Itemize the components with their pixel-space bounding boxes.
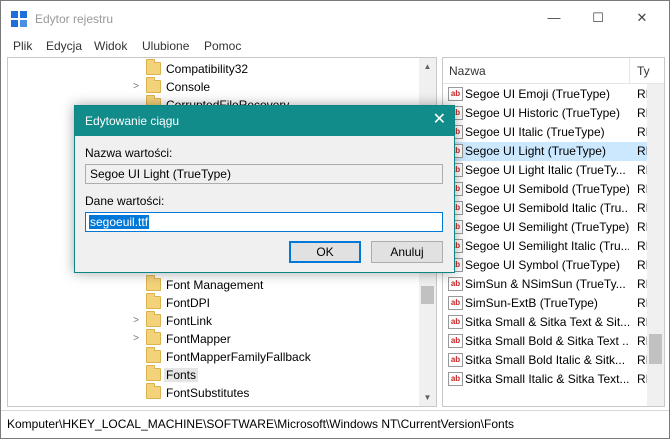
list-item[interactable]: ab SimSun-ExtB (TrueType) RI: [443, 294, 664, 313]
menu-view[interactable]: Widok: [94, 39, 127, 53]
folder-icon: [146, 347, 161, 363]
list-item[interactable]: ab Sitka Small & Sitka Text & Sit... RI: [443, 313, 664, 332]
tree-item[interactable]: FontDPI: [8, 293, 418, 312]
chevron-right-icon[interactable]: >: [130, 315, 142, 327]
list-item[interactable]: ab Segoe UI Semibold Italic (Tru... RI: [443, 199, 664, 218]
tree-item[interactable]: > FontMapper: [8, 329, 418, 348]
list-item[interactable]: ab Segoe UI Semilight Italic (Tru... RI: [443, 237, 664, 256]
list-item[interactable]: ab Sitka Small Bold & Sitka Text ... RI: [443, 332, 664, 351]
value-name: Segoe UI Light (TrueType): [465, 144, 606, 158]
list-item[interactable]: ab Segoe UI Semilight (TrueType) RI: [443, 218, 664, 237]
cancel-button[interactable]: Anuluj: [371, 241, 443, 263]
menu-edit[interactable]: Edycja: [46, 39, 82, 53]
tree-item[interactable]: > FontLink: [8, 311, 418, 330]
value-name: Segoe UI Semibold Italic (Tru...: [465, 201, 629, 215]
list-item[interactable]: ab Sitka Small Bold Italic & Sitk... RI: [443, 351, 664, 370]
list-header: Nazwa Ty: [443, 58, 664, 84]
string-value-icon: ab: [448, 277, 463, 291]
value-data-input[interactable]: segoeuil.ttf: [85, 212, 443, 232]
menu-help[interactable]: Pomoc: [204, 39, 241, 53]
string-value-icon: ab: [448, 87, 463, 101]
value-name-label: Nazwa wartości:: [85, 146, 173, 160]
menu-favorites[interactable]: Ulubione: [142, 39, 189, 53]
tree-item[interactable]: > Console: [8, 77, 418, 96]
value-name: Segoe UI Historic (TrueType): [465, 106, 620, 120]
string-value-icon: ab: [448, 296, 463, 310]
value-name: Sitka Small Bold & Sitka Text ...: [465, 334, 629, 348]
value-name: Segoe UI Symbol (TrueType): [465, 258, 620, 272]
list-item[interactable]: ab SimSun & NSimSun (TrueTy... RI: [443, 275, 664, 294]
list-item[interactable]: ab Segoe UI Historic (TrueType) RI: [443, 104, 664, 123]
string-value-icon: ab: [448, 315, 463, 329]
string-value-icon: ab: [448, 353, 463, 367]
registry-editor-window: Edytor rejestru — ☐ ✕ Plik Edycja Widok …: [0, 0, 670, 439]
menu-bar: Plik Edycja Widok Ulubione Pomoc: [1, 35, 669, 57]
list-item[interactable]: ab Segoe UI Emoji (TrueType) RI: [443, 85, 664, 104]
scrollbar-thumb[interactable]: [421, 286, 434, 304]
tree-item[interactable]: FontMapperFamilyFallback: [8, 347, 418, 366]
value-name: SimSun & NSimSun (TrueTy...: [465, 277, 626, 291]
chevron-right-icon[interactable]: >: [130, 81, 142, 93]
minimize-button[interactable]: —: [531, 1, 577, 35]
dialog-title: Edytowanie ciągu: [85, 114, 180, 128]
value-name: Segoe UI Light Italic (TrueTy...: [465, 163, 626, 177]
list-item[interactable]: ab Segoe UI Italic (TrueType) RI: [443, 123, 664, 142]
value-data-label: Dane wartości:: [85, 194, 165, 208]
list-scrollbar[interactable]: [647, 84, 664, 406]
value-name: Segoe UI Semilight Italic (Tru...: [465, 239, 629, 253]
chevron-right-icon[interactable]: >: [130, 333, 142, 345]
string-value-icon: ab: [448, 334, 463, 348]
edit-string-dialog: Edytowanie ciągu ✕ Nazwa wartości: Segoe…: [74, 105, 455, 273]
status-bar: Komputer\HKEY_LOCAL_MACHINE\SOFTWARE\Mic…: [1, 410, 669, 438]
folder-icon: [146, 383, 161, 399]
tree-item-fonts[interactable]: Fonts: [8, 365, 418, 384]
list-item[interactable]: ab Segoe UI Light Italic (TrueTy... RI: [443, 161, 664, 180]
list-item[interactable]: ab Segoe UI Light (TrueType) RI: [443, 142, 664, 161]
folder-icon: [146, 59, 161, 75]
values-list[interactable]: Nazwa Ty ab Segoe UI Emoji (TrueType) RI ab…: [442, 57, 665, 407]
value-name: Segoe UI Semilight (TrueType): [465, 220, 629, 234]
title-bar[interactable]: Edytor rejestru — ☐ ✕: [1, 1, 669, 35]
list-item[interactable]: ab Segoe UI Semibold (TrueType) RI: [443, 180, 664, 199]
folder-icon: [146, 77, 161, 93]
folder-icon: [146, 311, 161, 327]
folder-icon: [146, 293, 161, 309]
string-value-icon: ab: [448, 372, 463, 386]
registry-editor-icon: [11, 11, 27, 27]
scroll-up-icon[interactable]: ▲: [419, 58, 436, 75]
list-item[interactable]: ab Segoe UI Symbol (TrueType) RI: [443, 256, 664, 275]
value-name: Sitka Small & Sitka Text & Sit...: [465, 315, 629, 329]
value-name: SimSun-ExtB (TrueType): [465, 296, 598, 310]
ok-button[interactable]: OK: [289, 241, 361, 263]
value-name: Segoe UI Emoji (TrueType): [465, 87, 610, 101]
column-type[interactable]: Ty: [637, 64, 650, 78]
close-button[interactable]: ✕: [619, 1, 665, 35]
tree-item[interactable]: Compatibility32: [8, 59, 418, 78]
value-name: Segoe UI Semibold (TrueType): [465, 182, 629, 196]
scrollbar-thumb[interactable]: [649, 334, 662, 364]
window-title: Edytor rejestru: [35, 12, 114, 26]
value-name-field: Segoe UI Light (TrueType): [85, 164, 443, 184]
scroll-down-icon[interactable]: ▼: [419, 389, 436, 406]
value-name: Sitka Small Bold Italic & Sitk...: [465, 353, 626, 367]
maximize-button[interactable]: ☐: [575, 1, 621, 35]
tree-item[interactable]: FontSubstitutes: [8, 383, 418, 402]
folder-icon: [146, 275, 161, 291]
folder-icon: [146, 365, 161, 381]
folder-icon: [146, 329, 161, 345]
value-name: Sitka Small Italic & Sitka Text...: [465, 372, 629, 386]
value-data-text: segoeuil.ttf: [89, 215, 150, 229]
key-path: Komputer\HKEY_LOCAL_MACHINE\SOFTWARE\Mic…: [7, 417, 515, 431]
tree-item[interactable]: Font Management: [8, 275, 418, 294]
value-name: Segoe UI Italic (TrueType): [465, 125, 605, 139]
menu-file[interactable]: Plik: [13, 39, 32, 53]
column-name[interactable]: Nazwa: [449, 64, 486, 78]
list-item[interactable]: ab Sitka Small Italic & Sitka Text... RI: [443, 370, 664, 389]
dialog-close-icon[interactable]: ✕: [433, 111, 446, 129]
dialog-title-bar[interactable]: Edytowanie ciągu ✕: [75, 106, 454, 136]
